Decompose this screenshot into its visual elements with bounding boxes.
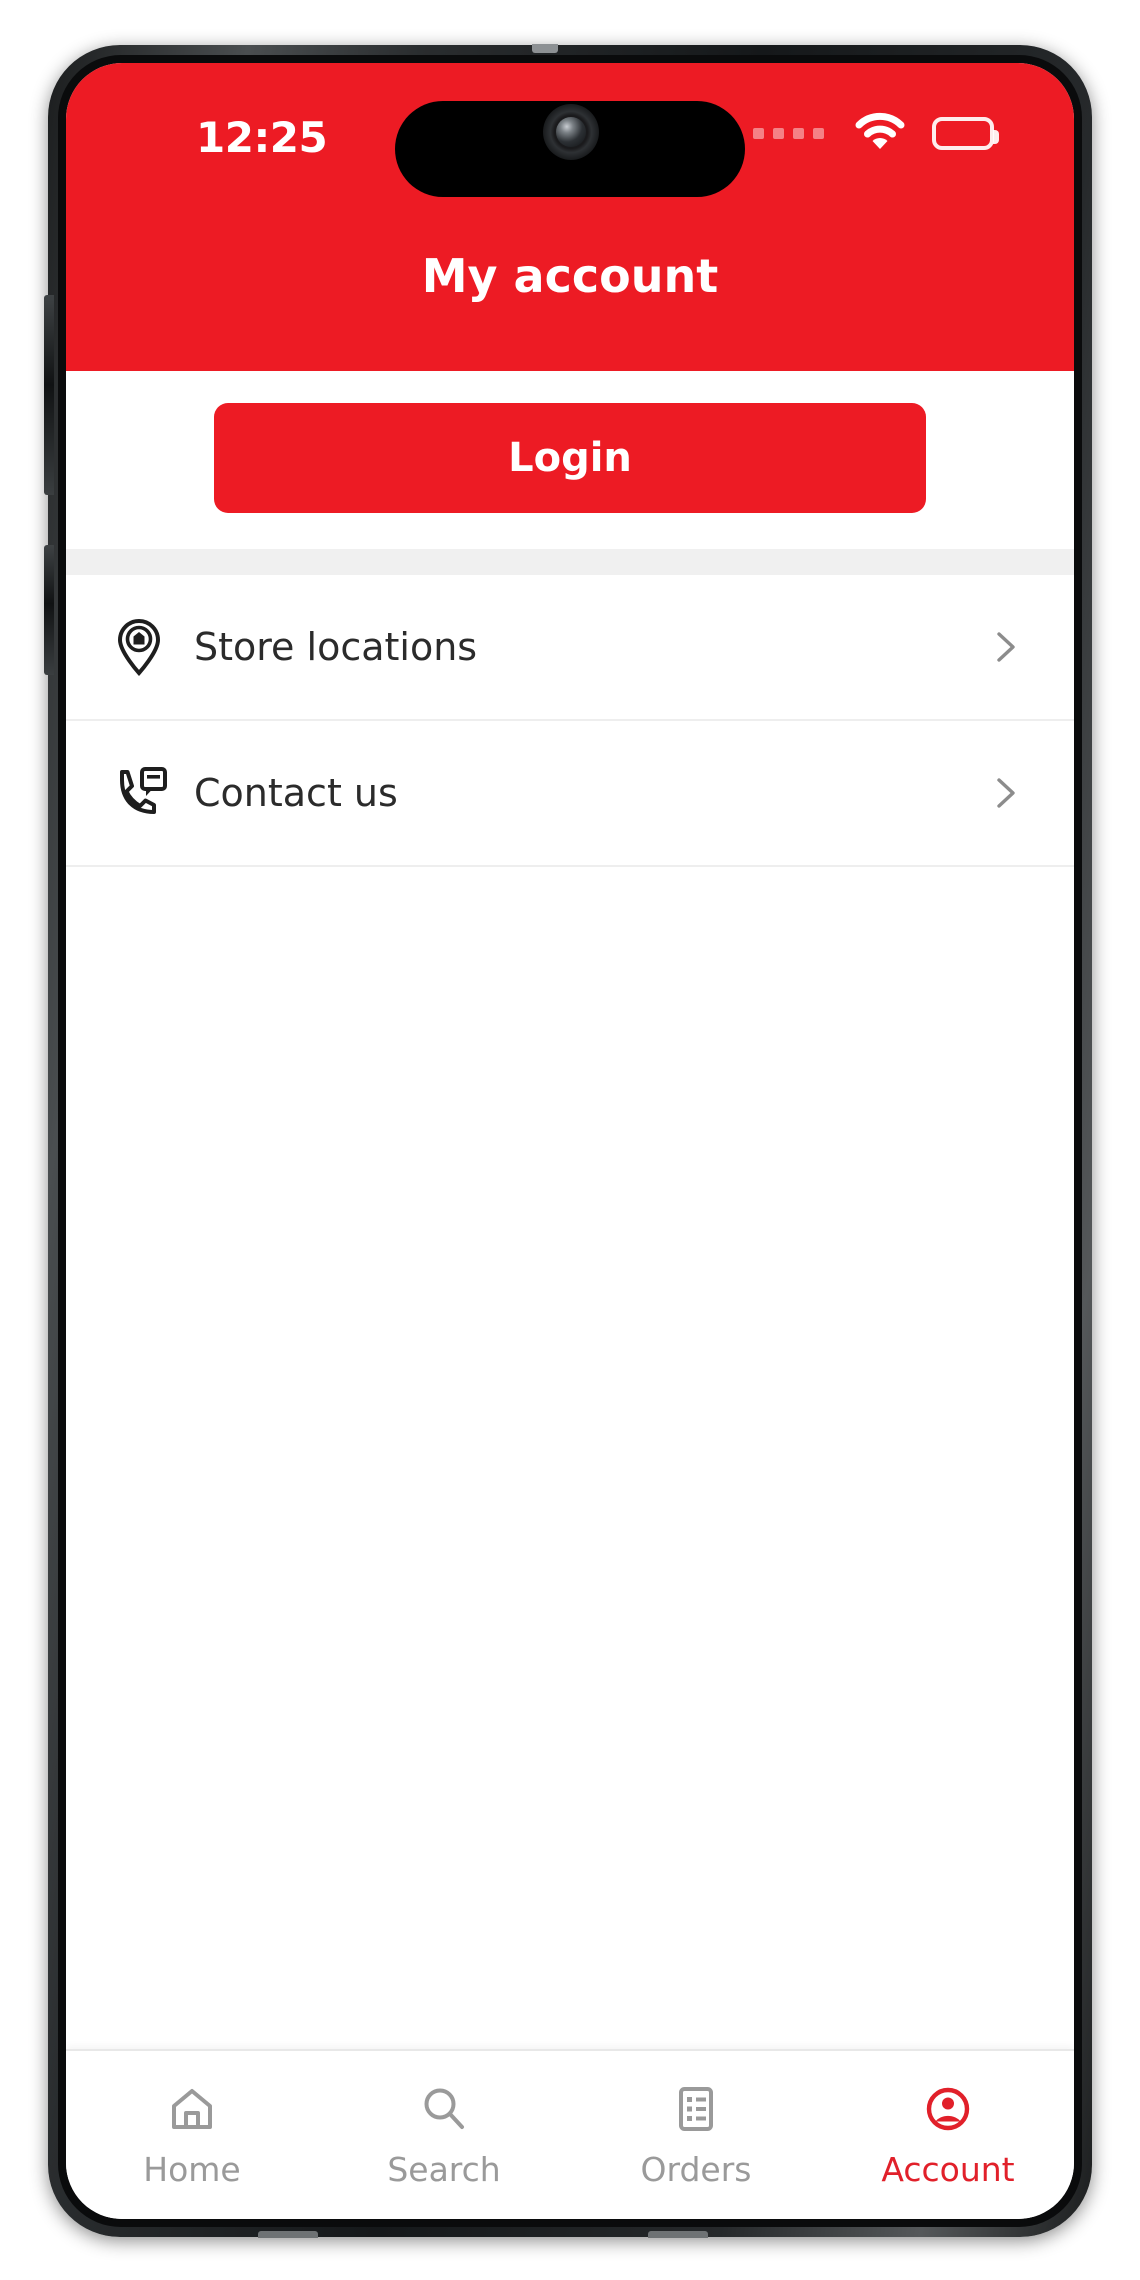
nav-item-label: Account — [881, 2149, 1015, 2189]
home-icon — [165, 2082, 219, 2140]
menu-item-contact-us[interactable]: Contact us — [66, 721, 1074, 867]
status-time: 12:25 — [196, 113, 328, 162]
menu-item-label: Contact us — [194, 771, 398, 815]
nav-item-label: Home — [143, 2149, 241, 2189]
chevron-right-icon — [988, 776, 1022, 810]
bottom-antenna-notch-left — [258, 2231, 318, 2238]
orders-list-icon — [669, 2082, 723, 2140]
bottom-navigation-bar: Home Search Orders Account — [66, 2049, 1074, 2219]
volume-button[interactable] — [44, 295, 54, 495]
chevron-right-icon — [988, 630, 1022, 664]
status-bar: 12:25 — [66, 63, 1074, 239]
power-button[interactable] — [44, 545, 54, 675]
nav-item-orders[interactable]: Orders — [570, 2082, 822, 2189]
battery-full-icon — [932, 116, 999, 150]
camera-cutout — [395, 101, 745, 197]
section-divider — [66, 549, 1074, 575]
status-icons-group — [753, 111, 999, 155]
search-icon — [417, 2082, 471, 2140]
account-person-icon — [921, 2082, 975, 2140]
phone-device-frame: 12:25 My account Login Store locations C… — [44, 44, 1092, 2238]
nav-item-search[interactable]: Search — [318, 2082, 570, 2189]
phone-screen: 12:25 My account Login Store locations C… — [66, 63, 1074, 2219]
nav-item-account[interactable]: Account — [822, 2082, 1074, 2189]
content-empty-area — [66, 867, 1074, 2049]
wifi-icon — [854, 111, 906, 155]
login-section: Login — [66, 371, 1074, 549]
front-camera-lens-icon — [543, 104, 599, 160]
camera-lens-glass — [556, 117, 586, 147]
menu-item-store-locations[interactable]: Store locations — [66, 575, 1074, 721]
nav-item-label: Orders — [640, 2149, 752, 2189]
page-title: My account — [421, 249, 719, 303]
login-button[interactable]: Login — [214, 403, 926, 513]
menu-item-label: Store locations — [194, 625, 478, 669]
top-antenna-notch — [532, 44, 558, 53]
signal-dots-icon — [753, 127, 824, 139]
phone-message-icon — [116, 766, 172, 820]
menu-list: Store locations Contact us — [66, 575, 1074, 867]
app-header: My account — [66, 239, 1074, 371]
bottom-antenna-notch-right — [648, 2231, 708, 2238]
nav-item-label: Search — [387, 2149, 501, 2189]
nav-item-home[interactable]: Home — [66, 2082, 318, 2189]
map-pin-store-icon — [116, 618, 172, 676]
